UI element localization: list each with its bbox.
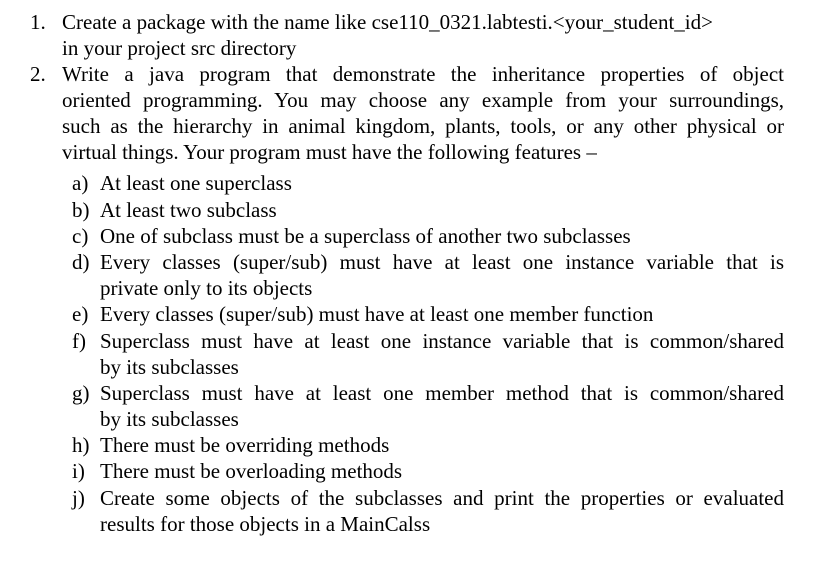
subitem-text-line: Superclass must have at least one member…: [100, 381, 784, 405]
subitem-marker: g): [72, 381, 90, 405]
item-text-line: in your project src directory: [62, 36, 297, 60]
subitem-text-line: Create some objects of the subclasses an…: [100, 486, 784, 510]
item-text-line: virtual things. Your program must have t…: [62, 140, 597, 164]
subitem-marker: f): [72, 329, 86, 353]
item-marker: 2.: [30, 62, 46, 86]
subitem-text-line: There must be overriding methods: [100, 433, 390, 457]
item-text-line: Write a java program that demonstrate th…: [62, 62, 784, 86]
subitem-text-line: At least two subclass: [100, 198, 277, 222]
subitem-marker: h): [72, 433, 90, 457]
subitem-text-line: by its subclasses: [100, 407, 239, 431]
subitem-text-line: results for those objects in a MainCalss: [100, 512, 431, 536]
subitem-marker: a): [72, 171, 89, 195]
item-text-line: oriented programming. You may choose any…: [62, 88, 784, 112]
subitem-marker: j): [72, 486, 85, 510]
subitem-text-line: One of subclass must be a superclass of …: [100, 224, 631, 248]
subitem-text-line: Superclass must have at least one instan…: [100, 329, 784, 353]
subitem-text-line: Every classes (super/sub) must have at l…: [100, 302, 654, 326]
subitem-text-line: private only to its objects: [100, 276, 313, 300]
subitem-text-line: At least one superclass: [100, 171, 292, 195]
subitem-marker: e): [72, 302, 89, 326]
subitem-marker: c): [72, 224, 89, 248]
subitem-text-line: by its subclasses: [100, 355, 239, 379]
subitem-marker: b): [72, 198, 90, 222]
subitem-marker: i): [72, 459, 85, 483]
subitem-text-line: Every classes (super/sub) must have at l…: [100, 250, 784, 274]
item-marker: 1.: [30, 10, 46, 34]
item-text-line: such as the hierarchy in animal kingdom,…: [62, 114, 784, 138]
item-text-line: Create a package with the name like cse1…: [62, 10, 713, 34]
subitem-text-line: There must be overloading methods: [100, 459, 403, 483]
subitem-marker: d): [72, 250, 90, 274]
